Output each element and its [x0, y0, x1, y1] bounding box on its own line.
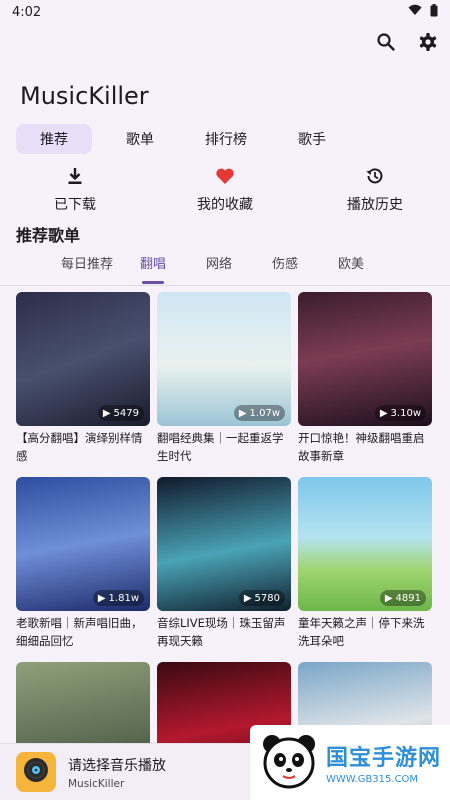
playlist-cover: ▶ 1.07w	[157, 292, 291, 426]
panda-logo-icon	[258, 730, 320, 796]
playlist-cover: ▶ 3.10w	[298, 292, 432, 426]
play-icon: ▶	[384, 592, 393, 604]
playlist-grid: ▶ 5479 【高分翻唱】演绎别样情感 ▶ 1.07w 翻唱经典集｜一起重返学生…	[16, 292, 436, 796]
history-label: 播放历史	[347, 197, 403, 213]
settings-button[interactable]	[414, 30, 442, 58]
downloaded-label: 已下载	[54, 197, 96, 213]
search-icon	[376, 32, 396, 56]
subtab-western[interactable]: 欧美	[318, 254, 384, 278]
playlist-card[interactable]: ▶ 1.81w 老歌新唱｜新声唱旧曲，细细品回忆	[16, 477, 150, 662]
play-count-badge: ▶ 1.81w	[92, 590, 144, 606]
watermark-url: WWW.GB315.COM	[326, 774, 419, 785]
play-icon: ▶	[238, 407, 247, 419]
play-count-badge: ▶ 3.10w	[374, 405, 426, 421]
player-subtitle: MusicKiller	[68, 777, 125, 790]
subtab-daily[interactable]: 每日推荐	[54, 254, 120, 278]
play-icon: ▶	[102, 407, 111, 419]
tab-recommend[interactable]: 推荐	[16, 124, 92, 154]
download-icon	[65, 166, 85, 190]
status-bar: 4:02	[0, 0, 450, 24]
gear-icon	[418, 32, 438, 56]
play-icon: ▶	[379, 407, 388, 419]
playlist-title: 音综LIVE现场｜珠玉留声再现天籁	[157, 616, 286, 648]
subtab-sad[interactable]: 伤感	[252, 254, 318, 278]
wifi-icon	[408, 4, 422, 20]
playlist-title: 老歌新唱｜新声唱旧曲，细细品回忆	[16, 616, 143, 648]
playlist-cover: ▶ 5479	[16, 292, 150, 426]
vinyl-icon	[22, 756, 50, 788]
play-count: 1.81w	[108, 592, 139, 604]
main-tabs: 推荐 歌单 排行榜 歌手	[16, 124, 360, 154]
playlist-cover: ▶ 5780	[157, 477, 291, 611]
section-title: 推荐歌单	[16, 226, 81, 245]
playlist-cover: ▶ 1.81w	[16, 477, 150, 611]
play-count: 5780	[254, 592, 280, 604]
watermark: 国宝手游网 WWW.GB315.COM	[250, 725, 450, 800]
playlist-card[interactable]: ▶ 1.07w 翻唱经典集｜一起重返学生时代	[157, 292, 291, 477]
playlist-title: 童年天籁之声｜停下来洗洗耳朵吧	[298, 616, 425, 648]
play-count: 1.07w	[249, 407, 280, 419]
tab-charts[interactable]: 排行榜	[188, 124, 264, 154]
playlist-title: 【高分翻唱】演绎别样情感	[16, 431, 143, 463]
subtab-cover[interactable]: 翻唱	[120, 254, 186, 284]
downloaded-button[interactable]: 已下载	[0, 166, 150, 214]
quick-actions: 已下载 我的收藏 播放历史	[0, 166, 450, 214]
playlist-card[interactable]: ▶ 5780 音综LIVE现场｜珠玉留声再现天籁	[157, 477, 291, 662]
tab-playlists[interactable]: 歌单	[102, 124, 178, 154]
play-icon: ▶	[97, 592, 106, 604]
favorites-label: 我的收藏	[197, 197, 253, 213]
top-actions	[372, 30, 442, 58]
playlist-title: 翻唱经典集｜一起重返学生时代	[157, 431, 284, 463]
heart-icon	[215, 166, 235, 190]
playlist-card[interactable]: ▶ 5479 【高分翻唱】演绎别样情感	[16, 292, 150, 477]
play-count: 5479	[113, 407, 139, 419]
app-title: MusicKiller	[20, 82, 149, 110]
play-icon: ▶	[243, 592, 252, 604]
play-count: 4891	[395, 592, 421, 604]
status-time: 4:02	[12, 4, 42, 20]
tab-artists[interactable]: 歌手	[274, 124, 350, 154]
battery-icon	[430, 3, 438, 21]
play-count-badge: ▶ 1.07w	[233, 405, 285, 421]
search-button[interactable]	[372, 30, 400, 58]
playlist-card[interactable]: ▶ 3.10w 开口惊艳！神级翻唱重启故事新章	[298, 292, 432, 477]
play-count-badge: ▶ 4891	[379, 590, 426, 606]
player-title: 请选择音乐播放	[68, 757, 166, 774]
subtab-internet[interactable]: 网络	[186, 254, 252, 278]
play-count-badge: ▶ 5479	[97, 405, 144, 421]
history-icon	[365, 166, 385, 190]
playlist-card[interactable]: ▶ 4891 童年天籁之声｜停下来洗洗耳朵吧	[298, 477, 432, 662]
category-tabs: 每日推荐 翻唱 网络 伤感 欧美	[54, 254, 384, 284]
album-art	[16, 752, 56, 792]
play-count: 3.10w	[390, 407, 421, 419]
divider	[0, 285, 450, 286]
playlist-cover: ▶ 4891	[298, 477, 432, 611]
favorites-button[interactable]: 我的收藏	[150, 166, 300, 214]
play-count-badge: ▶ 5780	[238, 590, 285, 606]
watermark-title: 国宝手游网	[326, 746, 442, 771]
playlist-title: 开口惊艳！神级翻唱重启故事新章	[298, 431, 425, 463]
history-button[interactable]: 播放历史	[300, 166, 450, 214]
